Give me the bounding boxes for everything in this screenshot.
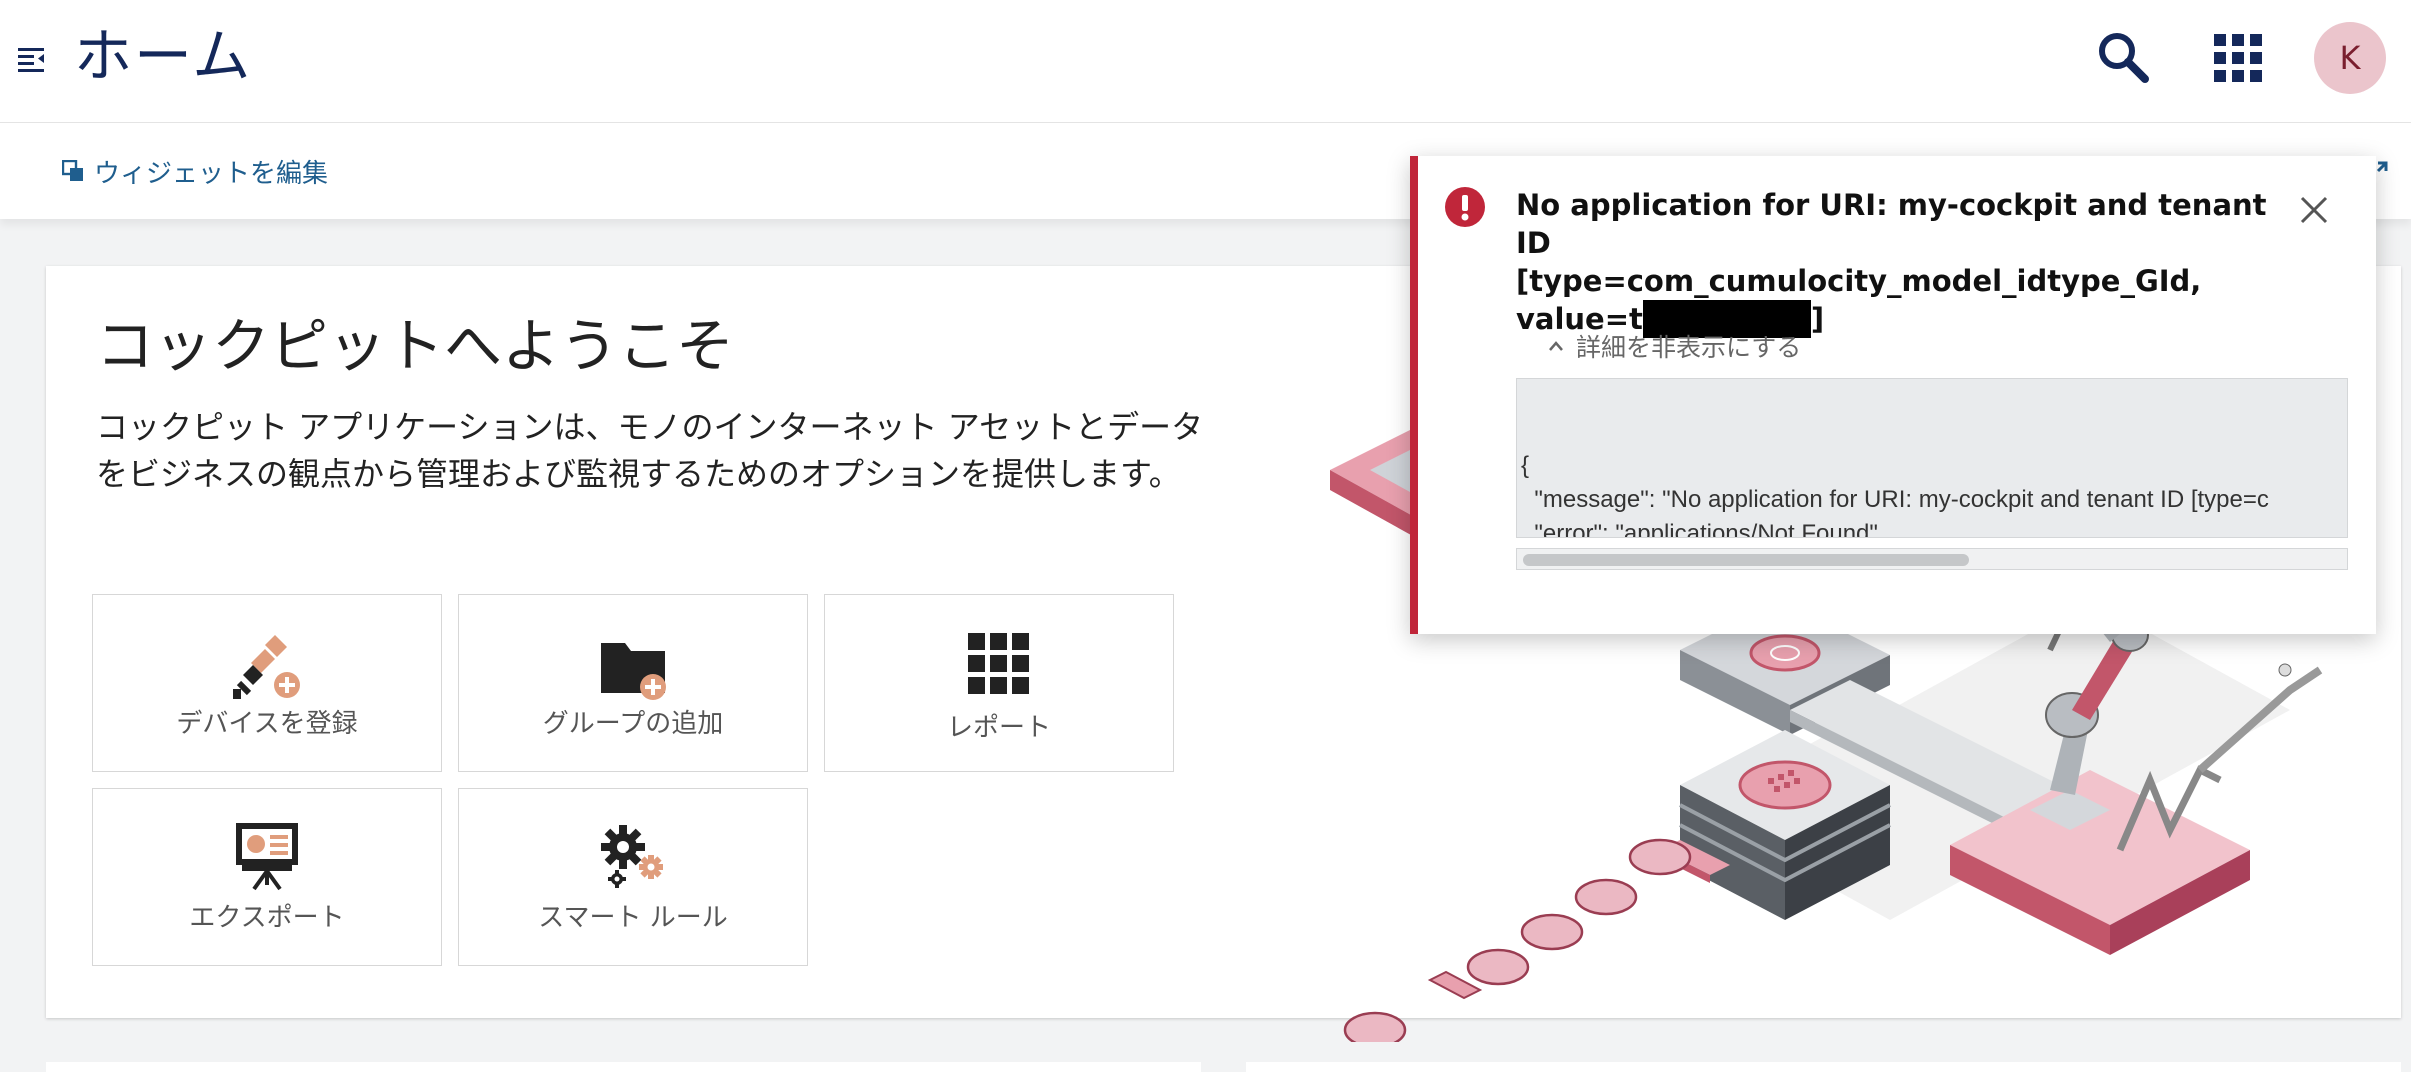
error-alert: No application for URI: my-cockpit and t… (1410, 156, 2376, 634)
alert-title-line: No application for URI: my-cockpit and t… (1516, 188, 2267, 260)
tile-label: エクスポート (189, 903, 345, 933)
alert-title-line: [type=com_cumulocity_model_idtype_GId, (1516, 264, 2202, 298)
edit-widget-button[interactable]: ウィジェットを編集 (62, 153, 328, 189)
close-icon[interactable] (2298, 194, 2330, 226)
edit-widget-label: ウィジェットを編集 (94, 158, 329, 189)
add-group-tile[interactable]: グループの追加 (458, 594, 808, 772)
page-title: ホーム (74, 22, 253, 90)
hide-details-toggle[interactable]: 詳細を非表示にする (1548, 328, 1801, 364)
horizontal-scrollbar[interactable] (1516, 548, 2348, 570)
plug-add-icon (233, 635, 300, 699)
export-tile[interactable]: エクスポート (92, 788, 442, 966)
menu-toggle-icon[interactable] (16, 42, 48, 74)
chevron-up-icon (1549, 341, 1563, 351)
top-bar: ホーム K (0, 0, 2411, 123)
scrollbar-thumb[interactable] (1523, 554, 1969, 566)
tile-label: デバイスを登録 (176, 709, 358, 739)
grid-icon (968, 633, 1029, 694)
presentation-icon (236, 823, 298, 891)
alert-value-suffix: ] (1810, 302, 1825, 336)
hide-details-label: 詳細を非表示にする (1576, 333, 1802, 362)
error-json: { "message": "No application for URI: my… (1521, 452, 2269, 538)
alert-title: No application for URI: my-cockpit and t… (1516, 186, 2296, 338)
user-avatar[interactable]: K (2314, 22, 2386, 94)
gears-icon (601, 825, 663, 888)
next-card-left (46, 1062, 1201, 1072)
next-card-right (1246, 1062, 2401, 1072)
reports-tile[interactable]: レポート (824, 594, 1174, 772)
folder-add-icon (601, 643, 666, 700)
welcome-title: コックピットへようこそ (96, 312, 735, 380)
search-icon[interactable] (2096, 30, 2150, 84)
tile-label: スマート ルール (538, 903, 728, 933)
error-icon (1444, 186, 1486, 228)
tile-label: グループの追加 (542, 709, 724, 739)
register-device-tile[interactable]: デバイスを登録 (92, 594, 442, 772)
error-details-code: { "message": "No application for URI: my… (1516, 378, 2348, 538)
tile-label: レポート (946, 713, 1051, 743)
welcome-description: コックピット アプリケーションは、モノのインターネット アセットとデータ をビジ… (96, 408, 1204, 493)
widgets-icon (62, 160, 83, 181)
app-switcher-icon[interactable] (2212, 32, 2264, 84)
smart-rules-tile[interactable]: スマート ルール (458, 788, 808, 966)
